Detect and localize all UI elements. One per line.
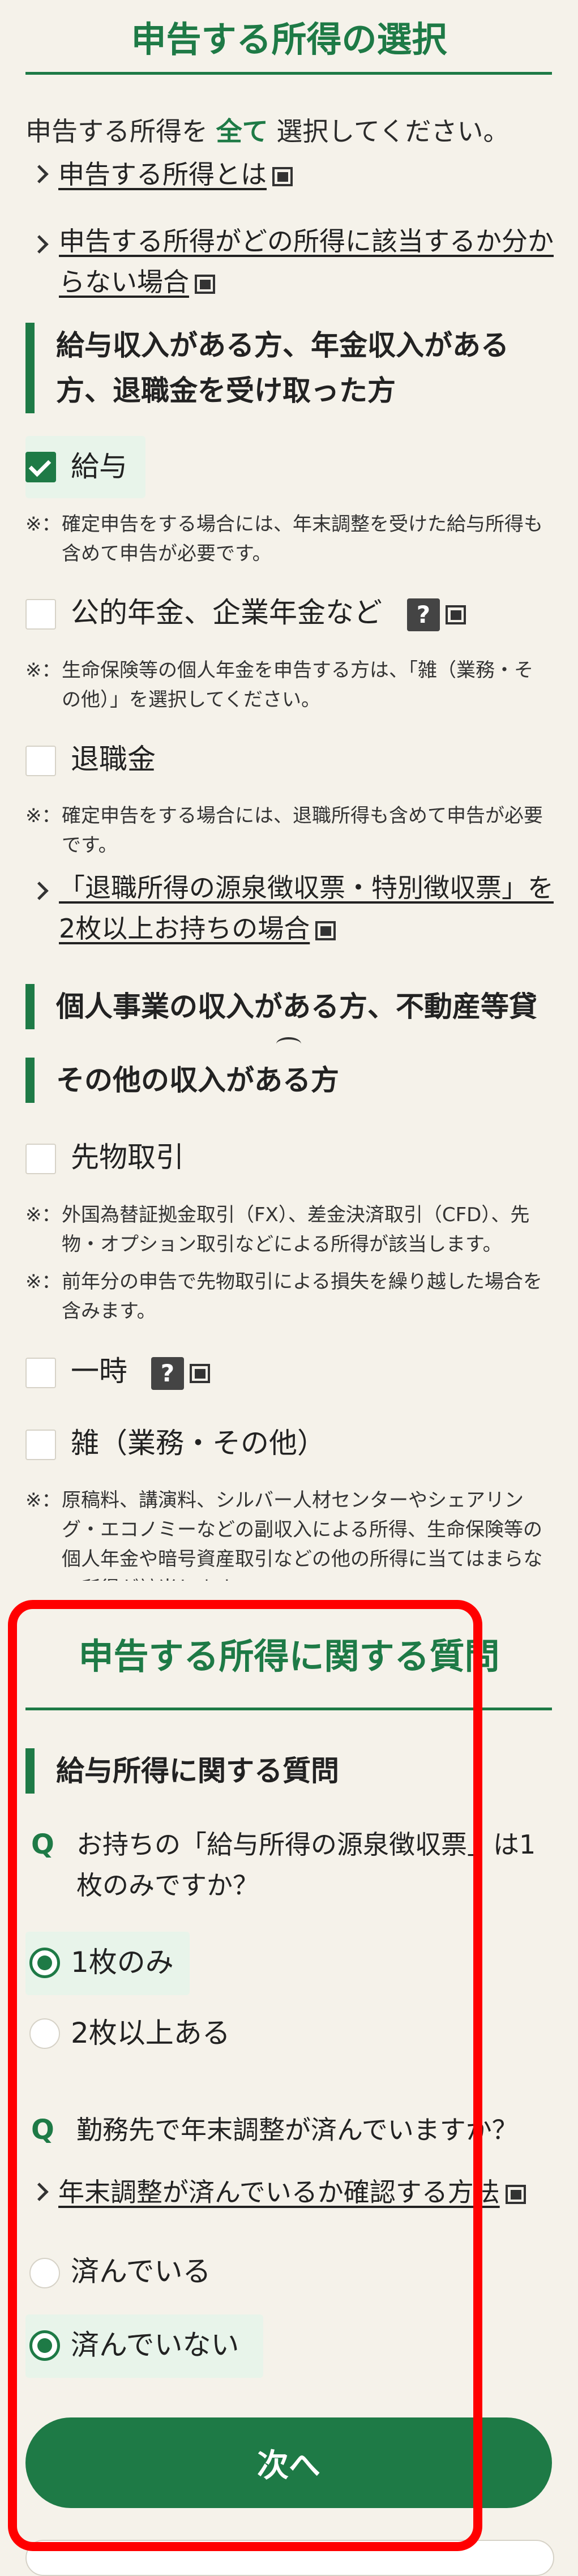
link-unknown-income-type[interactable]: 申告する所得がどの所得に該当するか分からない場合 xyxy=(30,221,554,302)
question-2: Q 勤務先で年末調整が済んでいますか？ xyxy=(31,2109,541,2150)
group-heading-business-clip[interactable]: 個人事業の収入がある方、不動産等貸 xyxy=(25,984,555,1030)
section2-panel xyxy=(0,1581,578,2558)
option-futures-label[interactable]: 先物取引 xyxy=(71,1140,184,1174)
salary-question-heading: 給与所得に関する質問 xyxy=(25,1748,509,1794)
help-icon[interactable]: ? xyxy=(151,1357,184,1390)
help-icon[interactable]: ? xyxy=(406,598,440,631)
link-multiple-retirement-slips[interactable]: 「退職所得の源泉徴収票・特別徴収票」を2枚以上お持ちの場合 xyxy=(30,867,554,949)
option-ichiji-label[interactable]: 一時 ? xyxy=(71,1354,210,1390)
radio-two-or-more[interactable] xyxy=(29,2018,60,2049)
next-button[interactable]: 次へ xyxy=(25,2417,552,2508)
title-rule xyxy=(25,72,552,75)
link-check-year-end-adjustment[interactable]: 年末調整が済んでいるか確認する方法 xyxy=(30,2172,554,2213)
external-link-icon xyxy=(272,166,293,186)
radio-not-adjusted-label[interactable]: 済んでいない xyxy=(71,2328,239,2362)
radio-not-adjusted[interactable] xyxy=(29,2330,60,2361)
page-title: 申告する所得の選択 xyxy=(131,19,447,60)
option-misc-label[interactable]: 雑（業務・その他） xyxy=(71,1426,326,1460)
intro-text: 申告する所得を 全て 選択してください。 xyxy=(25,116,510,147)
note-futures-2: ※： 前年分の申告で先物取引による損失を繰り越した場合を含みます。 xyxy=(25,1270,542,1323)
section2-rule xyxy=(25,1708,552,1710)
chevron-right-icon xyxy=(30,165,49,183)
group-heading-salary-pension: 給与収入がある方、年金収入がある方、退職金を受け取った方 xyxy=(25,323,554,413)
external-link-icon xyxy=(315,921,336,940)
option-retirement-label[interactable]: 退職金 xyxy=(71,742,156,776)
checkbox-misc[interactable] xyxy=(25,1430,56,1460)
chevron-right-icon xyxy=(30,2183,49,2201)
checkbox-retirement[interactable] xyxy=(25,746,56,776)
external-link-icon xyxy=(189,1363,210,1383)
group-heading-business[interactable]: 個人事業の収入がある方、不動産等貸 xyxy=(25,984,555,1029)
group-heading-other-income: その他の収入がある方 xyxy=(25,1058,554,1103)
note-salary: ※： 確定申告をする場合には、年末調整を受けた給与所得も含めて申告が必要です。 xyxy=(25,513,543,565)
chevron-right-icon xyxy=(30,882,49,900)
checkbox-futures[interactable] xyxy=(25,1144,56,1174)
q-marker: Q xyxy=(31,2114,54,2146)
option-salary-label[interactable]: 給与 xyxy=(71,450,127,483)
option-public-pension-label[interactable]: 公的年金、企業年金など ? xyxy=(71,596,466,631)
q-marker: Q xyxy=(31,1829,54,1860)
collapse-arc-icon xyxy=(276,1037,301,1051)
checkbox-salary[interactable] xyxy=(25,452,56,482)
radio-two-or-more-label[interactable]: 2枚以上ある xyxy=(71,2016,230,2050)
checkbox-ichiji[interactable] xyxy=(25,1358,56,1388)
radio-one-slip-label[interactable]: 1枚のみ xyxy=(71,1945,174,1979)
chevron-right-icon xyxy=(30,235,49,254)
note-public-pension: ※： 生命保険等の個人年金を申告する方は、「雑（業務・その他）」を選択してくださ… xyxy=(25,659,533,711)
external-link-icon xyxy=(445,605,466,624)
note-retirement: ※： 確定申告をする場合には、退職所得も含めて申告が必要です。 xyxy=(25,805,543,857)
radio-adjusted[interactable] xyxy=(29,2258,60,2288)
external-link-icon xyxy=(505,2184,526,2204)
secondary-button-partial[interactable] xyxy=(25,2540,554,2576)
intro-emphasis: 全て xyxy=(216,116,268,147)
link-what-is-income[interactable]: 申告する所得とは xyxy=(30,154,554,195)
question-1: Q お持ちの「給与所得の源泉徴収票」は1枚のみですか？ xyxy=(31,1824,541,1909)
section2-title: 申告する所得に関する質問 xyxy=(78,1636,500,1677)
note-futures-1: ※： 外国為替証拠金取引（FX）、差金決済取引（CFD）、先物・オプション取引な… xyxy=(25,1204,530,1256)
radio-adjusted-label[interactable]: 済んでいる xyxy=(71,2254,211,2288)
radio-one-slip[interactable] xyxy=(29,1948,60,1978)
external-link-icon xyxy=(195,274,215,294)
checkbox-public-pension[interactable] xyxy=(25,599,56,630)
